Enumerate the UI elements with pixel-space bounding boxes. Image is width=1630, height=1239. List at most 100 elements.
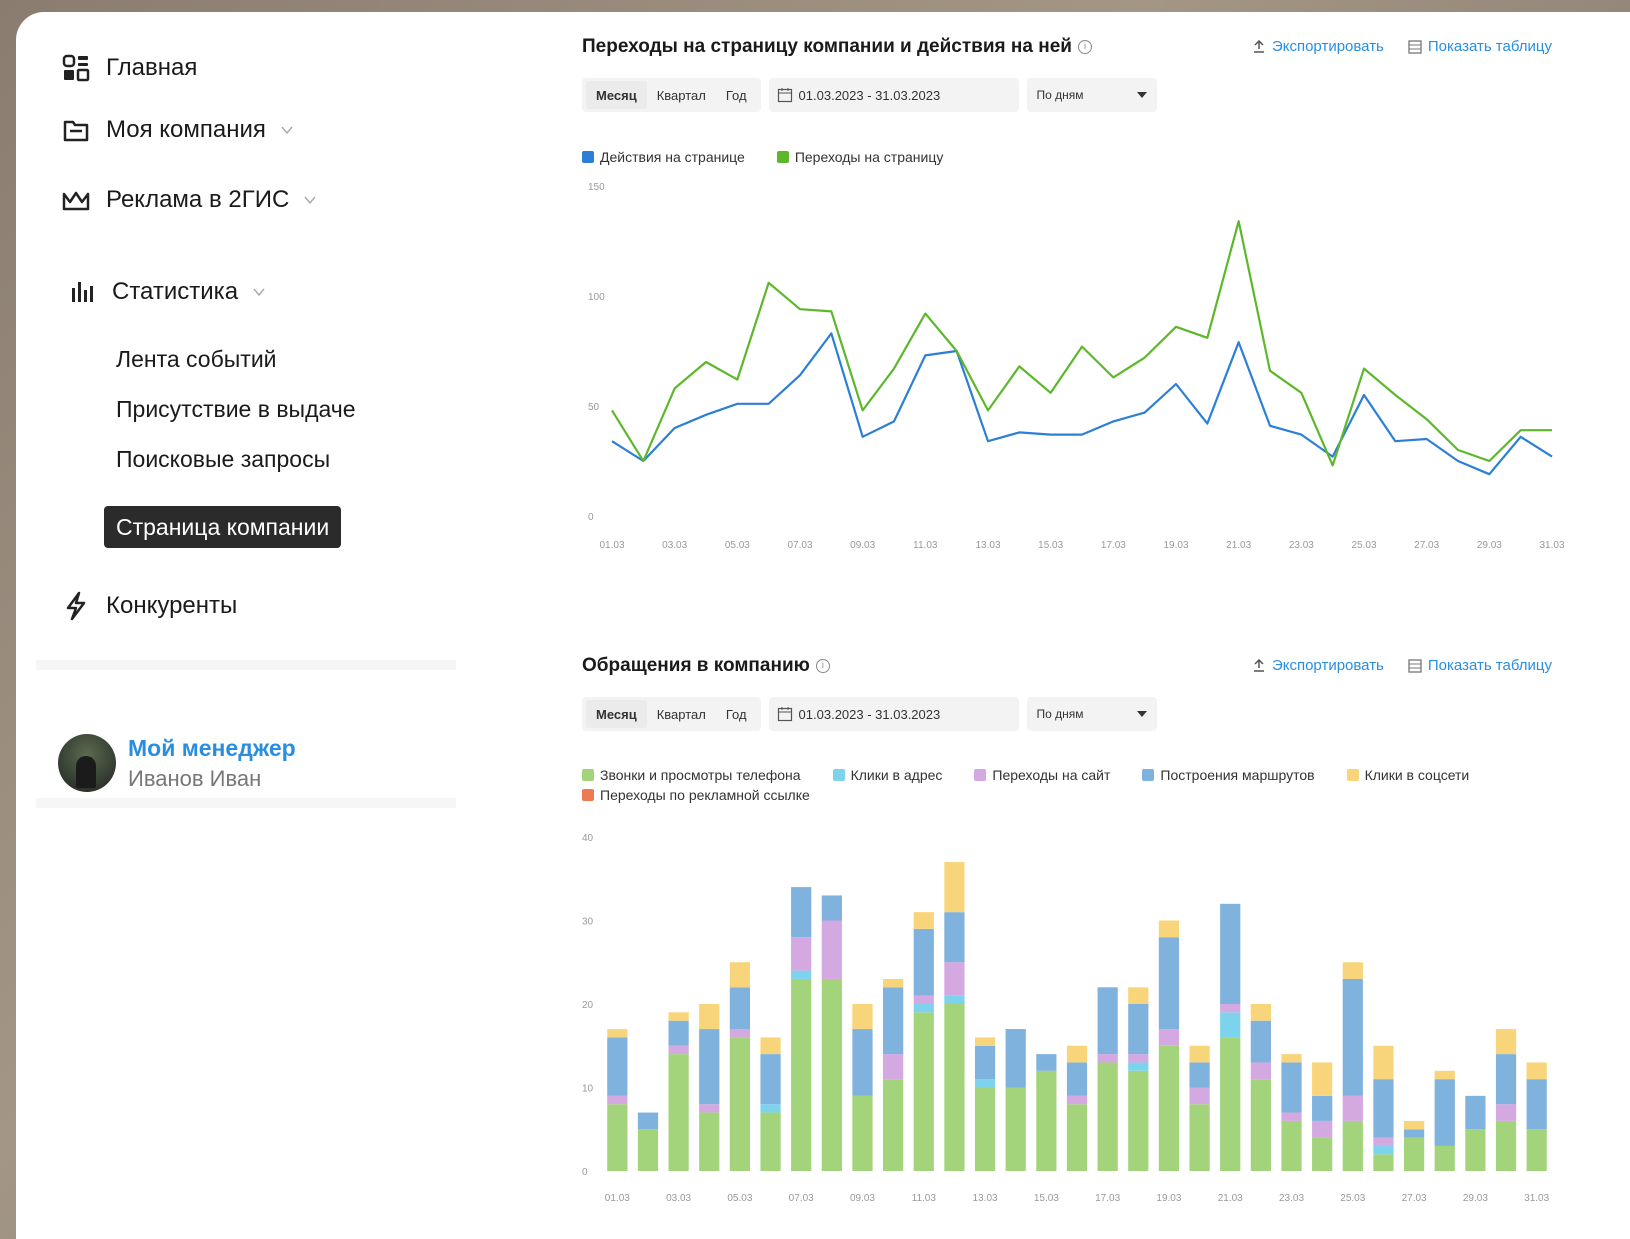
bar-segment[interactable]: [1250, 1062, 1271, 1080]
bar-segment[interactable]: [821, 895, 842, 921]
bar-segment[interactable]: [729, 1037, 751, 1171]
bar-segment[interactable]: [1373, 1145, 1394, 1155]
bar-segment[interactable]: [1312, 1062, 1333, 1096]
sub-item-search-queries[interactable]: Поисковые запросы: [116, 446, 330, 473]
bar-segment[interactable]: [821, 978, 842, 1171]
series-line[interactable]: [611, 220, 1552, 467]
bar-segment[interactable]: [729, 962, 751, 988]
bar-segment[interactable]: [1158, 937, 1180, 1030]
legend-item[interactable]: Переходы на сайт: [974, 767, 1110, 783]
bar-segment[interactable]: [944, 995, 965, 1004]
bar-segment[interactable]: [1158, 920, 1180, 938]
bar-segment[interactable]: [1189, 1062, 1210, 1088]
bar-segment[interactable]: [791, 887, 812, 938]
tab-month[interactable]: Месяц: [586, 700, 647, 728]
bar-segment[interactable]: [1465, 1129, 1486, 1171]
bar-segment[interactable]: [1373, 1079, 1394, 1138]
chevron-down-icon[interactable]: [252, 285, 266, 299]
bar-segment[interactable]: [1128, 1062, 1149, 1071]
bar-segment[interactable]: [1312, 1137, 1333, 1171]
bar-segment[interactable]: [1495, 1120, 1517, 1171]
bar-segment[interactable]: [1342, 962, 1363, 979]
bar-segment[interactable]: [1097, 1054, 1118, 1063]
bar-segment[interactable]: [1403, 1120, 1425, 1130]
bar-segment[interactable]: [821, 920, 842, 979]
legend-item[interactable]: Построения маршрутов: [1142, 767, 1315, 783]
bar-segment[interactable]: [1036, 1070, 1057, 1171]
bar-segment[interactable]: [668, 1054, 689, 1171]
manager-title[interactable]: Мой менеджер: [128, 735, 296, 762]
tab-quarter[interactable]: Квартал: [647, 81, 716, 109]
bar-segment[interactable]: [791, 978, 812, 1171]
bar-segment[interactable]: [729, 1029, 751, 1038]
nav-home[interactable]: Главная: [60, 52, 197, 84]
bar-segment[interactable]: [1220, 1004, 1241, 1013]
bar-segment[interactable]: [729, 987, 751, 1030]
show-table-button[interactable]: Показать таблицу: [1408, 657, 1552, 674]
bar-segment[interactable]: [1250, 1020, 1271, 1063]
bar-segment[interactable]: [1128, 1054, 1149, 1063]
bar-segment[interactable]: [1526, 1079, 1547, 1130]
bar-segment[interactable]: [1342, 1120, 1363, 1171]
bar-segment[interactable]: [1128, 1070, 1149, 1171]
bar-segment[interactable]: [637, 1112, 659, 1130]
bar-segment[interactable]: [1434, 1145, 1455, 1171]
legend-item[interactable]: Звонки и просмотры телефона: [582, 767, 801, 783]
tab-month[interactable]: Месяц: [586, 81, 647, 109]
bar-segment[interactable]: [974, 1079, 996, 1088]
bar-segment[interactable]: [1066, 1104, 1088, 1171]
show-table-button[interactable]: Показать таблицу: [1408, 38, 1552, 55]
bar-segment[interactable]: [1189, 1045, 1210, 1063]
bar-segment[interactable]: [1250, 1004, 1271, 1021]
bar-segment[interactable]: [1526, 1062, 1547, 1080]
bar-segment[interactable]: [1066, 1045, 1088, 1063]
series-line[interactable]: [611, 332, 1553, 476]
bar-segment[interactable]: [760, 1112, 781, 1171]
bar-segment[interactable]: [607, 1037, 628, 1096]
legend-item[interactable]: Действия на странице: [582, 149, 745, 165]
bar-segment[interactable]: [974, 1045, 996, 1080]
info-icon[interactable]: i: [815, 658, 830, 673]
bar-segment[interactable]: [699, 1004, 720, 1030]
bar-segment[interactable]: [1128, 987, 1149, 1004]
tab-year[interactable]: Год: [716, 700, 757, 728]
bar-segment[interactable]: [760, 1054, 781, 1105]
bar-segment[interactable]: [944, 862, 965, 913]
bar-segment[interactable]: [883, 987, 904, 1055]
bar-segment[interactable]: [883, 1054, 904, 1080]
bar-segment[interactable]: [1128, 1004, 1149, 1055]
bar-segment[interactable]: [1281, 1054, 1302, 1063]
bar-segment[interactable]: [607, 1095, 628, 1105]
bar-segment[interactable]: [913, 1012, 934, 1171]
bar-segment[interactable]: [1526, 1129, 1547, 1171]
bar-segment[interactable]: [974, 1087, 996, 1172]
bar-segment[interactable]: [1158, 1029, 1180, 1046]
bar-segment[interactable]: [1066, 1062, 1088, 1096]
bar-segment[interactable]: [1495, 1104, 1517, 1121]
bar-segment[interactable]: [883, 1079, 904, 1171]
bar-segment[interactable]: [852, 1095, 873, 1171]
bar-segment[interactable]: [637, 1129, 659, 1171]
bar-segment[interactable]: [1189, 1087, 1210, 1105]
bar-segment[interactable]: [852, 1029, 873, 1096]
bar-segment[interactable]: [699, 1112, 720, 1171]
bar-segment[interactable]: [1403, 1137, 1425, 1171]
bar-segment[interactable]: [1097, 1062, 1118, 1171]
granularity-select[interactable]: По дням: [1026, 697, 1157, 731]
bar-segment[interactable]: [1434, 1079, 1455, 1146]
bar-segment[interactable]: [944, 1004, 965, 1171]
bar-segment[interactable]: [1342, 1095, 1363, 1121]
bar-segment[interactable]: [1312, 1095, 1333, 1121]
bar-segment[interactable]: [913, 912, 934, 929]
legend-item[interactable]: Переходы на страницу: [776, 149, 943, 165]
bar-segment[interactable]: [1281, 1062, 1302, 1113]
sub-item-presence[interactable]: Присутствие в выдаче: [116, 396, 356, 423]
bar-segment[interactable]: [1373, 1154, 1394, 1171]
nav-statistics[interactable]: Статистика: [66, 276, 266, 308]
bar-segment[interactable]: [1220, 1012, 1241, 1038]
date-range-picker[interactable]: 01.03.2023 - 31.03.2023: [768, 78, 1019, 112]
bar-segment[interactable]: [760, 1037, 781, 1055]
bar-segment[interactable]: [668, 1020, 689, 1046]
bar-segment[interactable]: [1066, 1095, 1088, 1105]
bar-segment[interactable]: [852, 1004, 873, 1030]
